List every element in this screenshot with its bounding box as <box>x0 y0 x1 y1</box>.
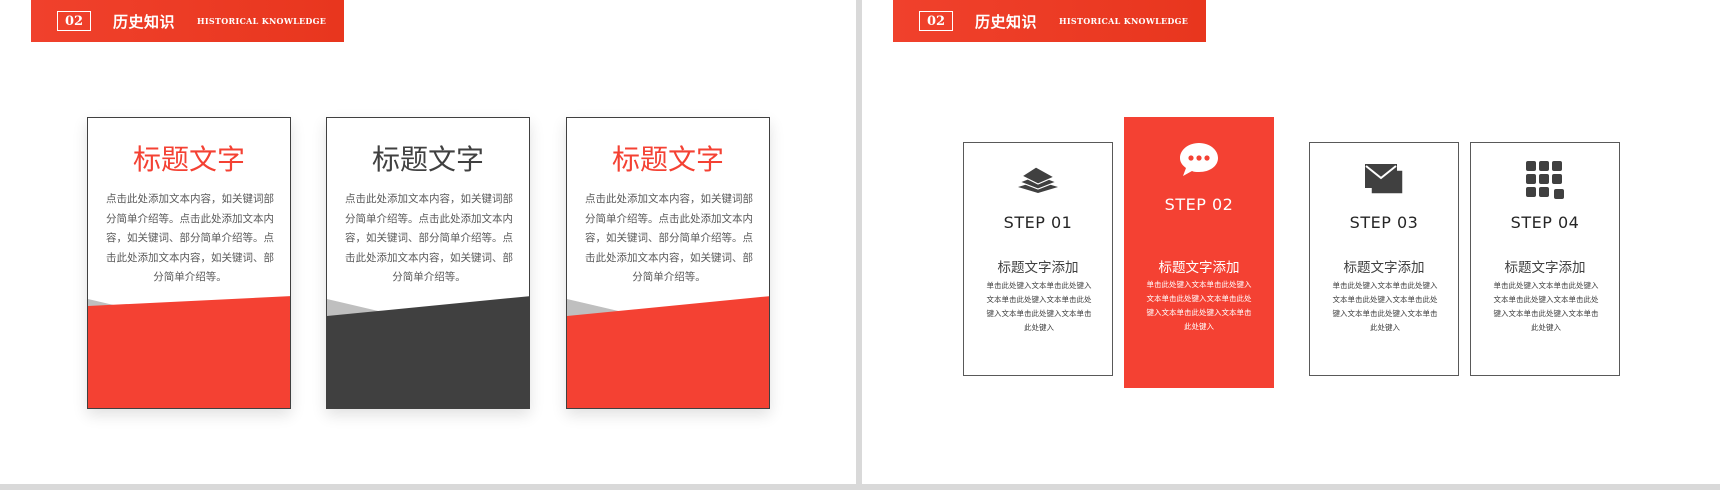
step-card-3: STEP 03 标题文字添加 单击此处键入文本单击此处键入文本单击此处键入文本单… <box>1309 142 1459 376</box>
card-decoration <box>567 296 769 408</box>
section-title: 历史知识 <box>975 12 1038 31</box>
step-subtitle: 标题文字添加 <box>1504 260 1586 276</box>
section-number: 02 <box>57 11 91 31</box>
card-body: 点击此处添加文本内容，如关键词部分简单介绍等。点击此处添加文本内容，如关键词、部… <box>345 193 513 283</box>
step-label: STEP 04 <box>1510 213 1580 232</box>
card-title: 标题文字 <box>611 143 724 176</box>
section-subtitle: HISTORICAL KNOWLEDGE <box>197 16 327 26</box>
card-title: 标题文字 <box>132 143 245 176</box>
step-card-1: STEP 01 标题文字添加 单击此处键入文本单击此处键入文本单击此处键入文本单… <box>963 142 1113 376</box>
card-decoration <box>327 296 529 408</box>
step-card-4: STEP 04 标题文字添加 单击此处键入文本单击此处键入文本单击此处键入文本单… <box>1470 142 1620 376</box>
slide-left: 02 历史知识 HISTORICAL KNOWLEDGE 标题文字 点击此处添加… <box>0 0 856 484</box>
section-title: 历史知识 <box>113 12 176 31</box>
slide-right: 02 历史知识 HISTORICAL KNOWLEDGE STEP 01 标题文… <box>862 0 1720 484</box>
step-subtitle: 标题文字添加 <box>997 260 1079 276</box>
step-body: 单击此处键入文本单击此处键入文本单击此处键入文本单击此处键入文本单击此处键入文本… <box>1493 281 1599 332</box>
envelopes-icon <box>1365 164 1404 195</box>
chat-bubble-icon <box>1180 143 1218 176</box>
step-subtitle: 标题文字添加 <box>1343 260 1425 276</box>
card-body: 点击此处添加文本内容，如关键词部分简单介绍等。点击此处添加文本内容，如关键词、部… <box>585 193 753 283</box>
step-subtitle: 标题文字添加 <box>1158 260 1240 276</box>
card-title: 标题文字 <box>371 143 484 176</box>
card-3: 标题文字 点击此处添加文本内容，如关键词部分简单介绍等。点击此处添加文本内容，如… <box>566 117 770 409</box>
section-number: 02 <box>919 11 953 31</box>
card-bottom-block <box>88 296 290 408</box>
card-decoration <box>88 296 290 408</box>
card-body: 点击此处添加文本内容，如关键词部分简单介绍等。点击此处添加文本内容，如关键词、部… <box>106 193 274 283</box>
section-subtitle: HISTORICAL KNOWLEDGE <box>1059 16 1189 26</box>
step-body: 单击此处键入文本单击此处键入文本单击此处键入文本单击此处键入文本单击此处键入文本… <box>1146 280 1252 331</box>
section-header: 02 历史知识 HISTORICAL KNOWLEDGE <box>893 0 1206 42</box>
papers-icon <box>1018 166 1058 193</box>
section-header: 02 历史知识 HISTORICAL KNOWLEDGE <box>31 0 344 42</box>
step-body: 单击此处键入文本单击此处键入文本单击此处键入文本单击此处键入文本单击此处键入文本… <box>986 281 1092 332</box>
step-label: STEP 03 <box>1349 213 1419 232</box>
step-card-2: STEP 02 标题文字添加 单击此处键入文本单击此处键入文本单击此处键入文本单… <box>1124 117 1274 388</box>
card-1: 标题文字 点击此处添加文本内容，如关键词部分简单介绍等。点击此处添加文本内容，如… <box>87 117 291 409</box>
grid-apps-icon <box>1526 161 1564 199</box>
card-2: 标题文字 点击此处添加文本内容，如关键词部分简单介绍等。点击此处添加文本内容，如… <box>326 117 530 409</box>
step-body: 单击此处键入文本单击此处键入文本单击此处键入文本单击此处键入文本单击此处键入文本… <box>1332 281 1438 332</box>
step-label: STEP 02 <box>1164 195 1234 214</box>
step-label: STEP 01 <box>1003 213 1073 232</box>
